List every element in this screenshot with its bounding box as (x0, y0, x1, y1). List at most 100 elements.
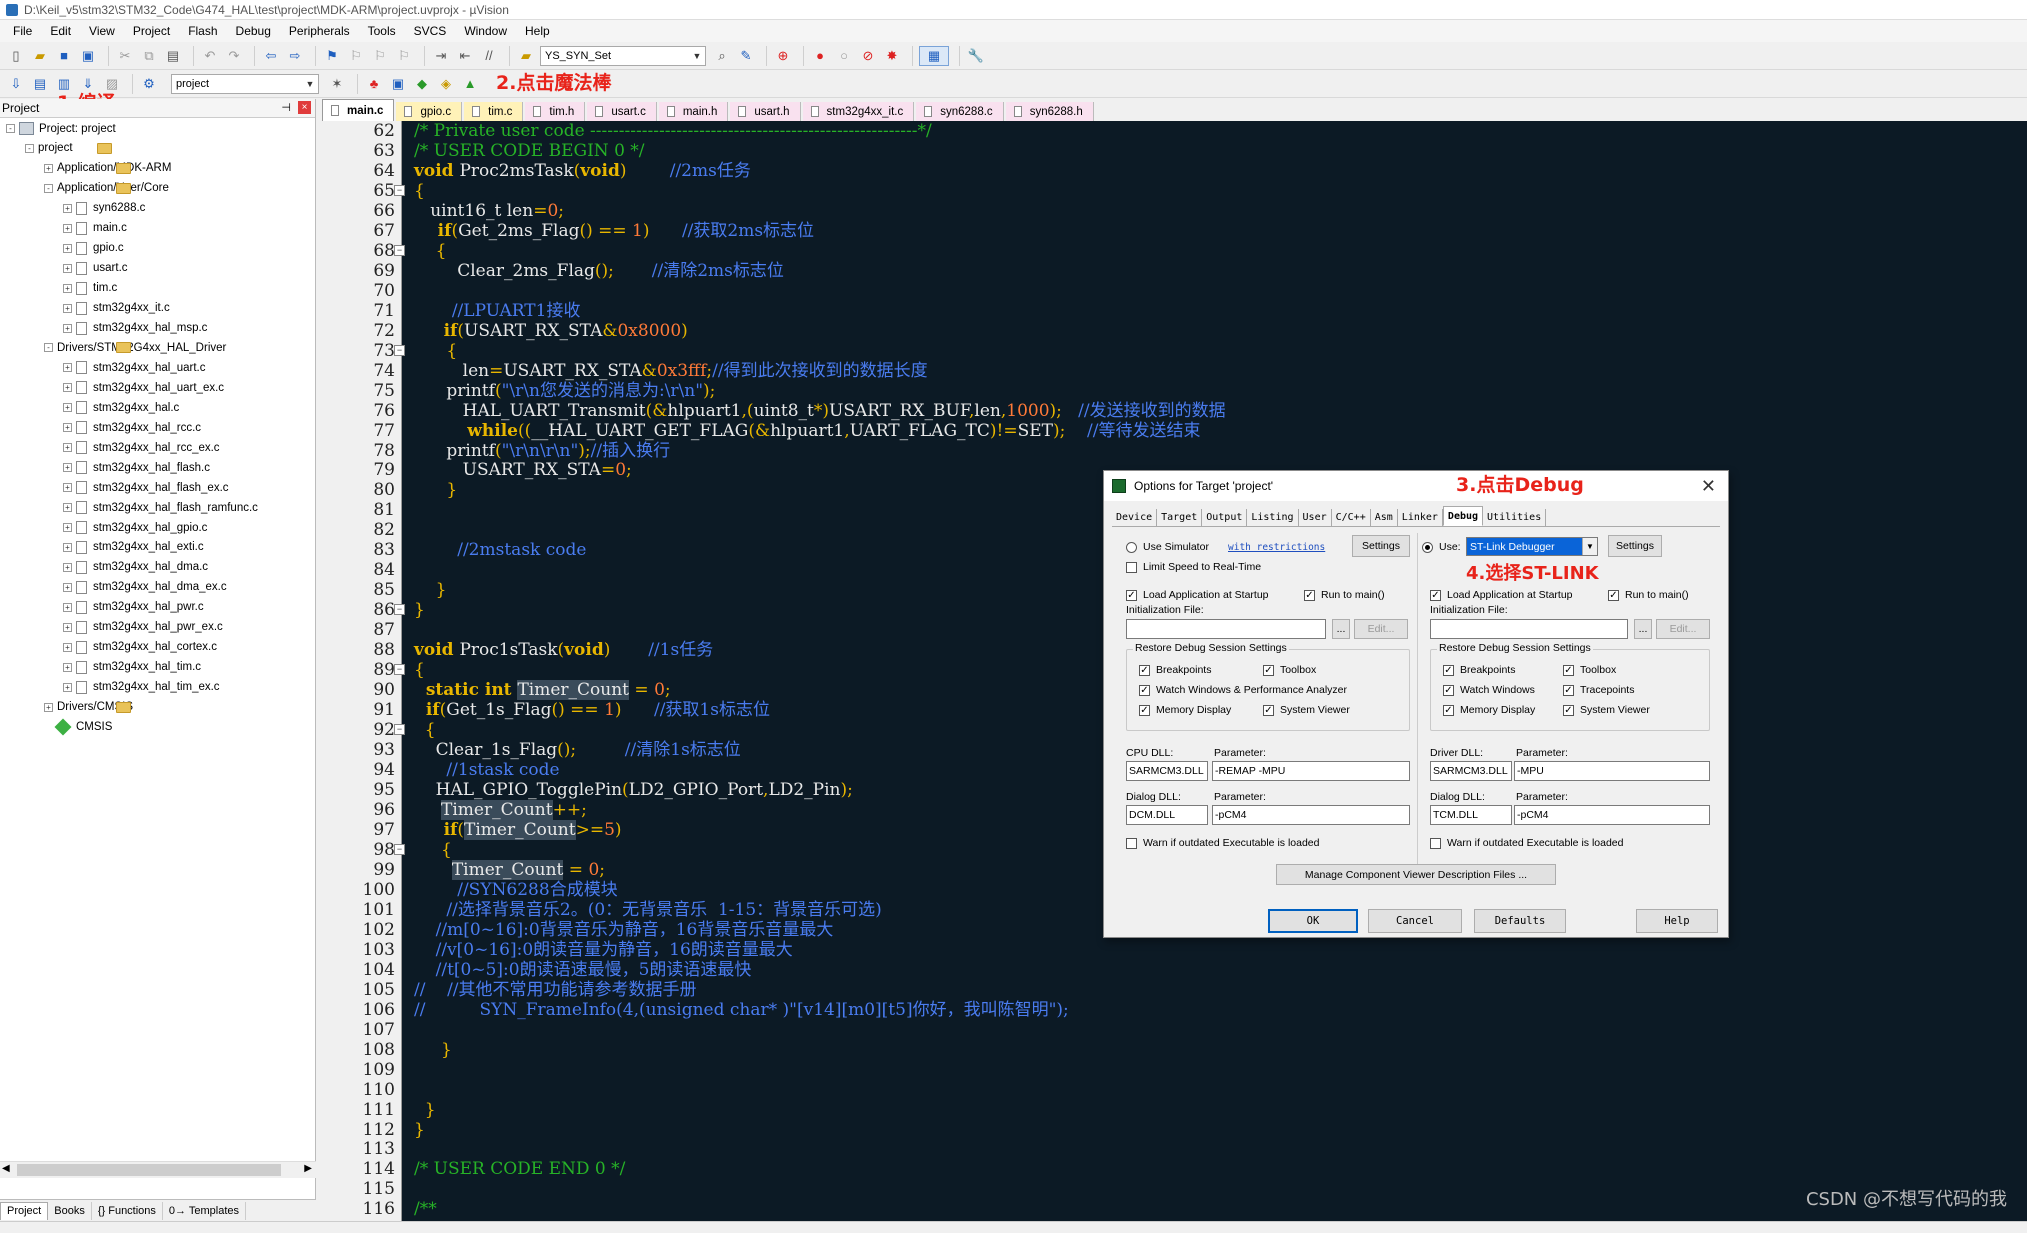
tree-item[interactable]: + gpio.c (63, 239, 124, 258)
fold-toggle-icon[interactable]: − (394, 184, 405, 196)
tree-item[interactable]: + stm32g4xx_hal_cortex.c (63, 638, 217, 657)
editor-tab[interactable]: main.h (658, 102, 729, 121)
dialog-dll-input[interactable]: TCM.DLL (1430, 805, 1512, 825)
comment-icon[interactable]: // (479, 46, 499, 66)
configure-icon[interactable]: 🔧 (966, 46, 986, 66)
disable-breakpoint-icon[interactable]: ○ (834, 46, 854, 66)
scrollbar-thumb[interactable] (17, 1164, 281, 1176)
run-time-env-icon[interactable]: ◆ (412, 74, 432, 94)
tree-item[interactable]: + main.c (63, 219, 127, 238)
tree-item[interactable]: + stm32g4xx_hal_flash.c (63, 458, 210, 477)
target-combo[interactable]: project ▼ (171, 73, 319, 94)
tree-item[interactable]: - project (25, 139, 112, 158)
close-icon[interactable]: × (298, 101, 311, 114)
breakpoint-icon[interactable]: ● (810, 46, 830, 66)
editor-tab[interactable]: syn6288.c (916, 102, 1004, 121)
menu-item-view[interactable]: View (80, 24, 124, 38)
expand-icon[interactable]: + (63, 223, 72, 233)
collapse-icon[interactable]: - (44, 183, 53, 193)
tree-item[interactable]: + stm32g4xx_hal_pwr.c (63, 598, 204, 617)
menu-item-help[interactable]: Help (516, 24, 559, 38)
panel-tab-0[interactable]: Project (0, 1201, 49, 1220)
dialog-tab-listing[interactable]: Listing (1247, 509, 1299, 526)
load-app-checkbox[interactable]: ✓ Load Application at Startup (1126, 589, 1269, 601)
dialog-dll-input[interactable]: DCM.DLL (1126, 805, 1208, 825)
init-file-edit-button[interactable]: Edit... (1354, 619, 1408, 639)
incremental-find-icon[interactable]: ✎ (736, 46, 756, 66)
save-icon[interactable]: ■ (54, 46, 74, 66)
nav-back-icon[interactable]: ⇦ (261, 46, 281, 66)
dialog-tab-target[interactable]: Target (1157, 509, 1203, 526)
driver-dll-input[interactable]: SARMCM3.DLL (1430, 761, 1512, 781)
tree-item[interactable]: + stm32g4xx_hal_exti.c (63, 538, 204, 557)
tree-item[interactable]: + stm32g4xx_hal_uart.c (63, 358, 206, 377)
save-all-icon[interactable]: ▣ (78, 46, 98, 66)
select-packs-icon[interactable]: ▲ (460, 74, 480, 94)
expand-icon[interactable]: + (63, 203, 72, 213)
find-in-files-icon[interactable]: ▰ (516, 46, 536, 66)
menu-item-edit[interactable]: Edit (41, 24, 80, 38)
expand-icon[interactable]: + (63, 303, 72, 313)
init-file-input[interactable] (1430, 619, 1628, 639)
menu-item-svcs[interactable]: SVCS (405, 24, 456, 38)
window-layout-icon[interactable]: ▦ (919, 45, 949, 66)
find-icon[interactable]: ⌕ (712, 46, 732, 66)
tree-item[interactable]: + usart.c (63, 259, 128, 278)
pin-icon[interactable]: ⊣ (281, 101, 291, 114)
init-file-edit-button[interactable]: Edit... (1656, 619, 1710, 639)
scroll-right-icon[interactable]: ▶ (304, 1163, 312, 1174)
warn-outdated-checkbox[interactable]: Warn if outdated Executable is loaded (1430, 837, 1623, 849)
kill-all-breakpoints-icon[interactable]: ✸ (882, 46, 902, 66)
prev-bookmark-icon[interactable]: ⚐ (346, 46, 366, 66)
expand-icon[interactable]: + (63, 523, 72, 532)
editor-tab[interactable]: usart.c (587, 102, 657, 121)
ok-button[interactable]: OK (1268, 909, 1358, 933)
pack-installer-icon[interactable]: ◈ (436, 74, 456, 94)
watch-windows-checkbox[interactable]: ✓ Watch Windows (1443, 684, 1535, 696)
memory-display-checkbox[interactable]: ✓ Memory Display (1443, 704, 1535, 716)
tree-item[interactable]: + stm32g4xx_hal_rcc_ex.c (63, 438, 220, 457)
dialog-tab-debug[interactable]: Debug (1442, 506, 1484, 526)
tree-item[interactable]: + stm32g4xx_it.c (63, 299, 170, 318)
dialog-param-input[interactable]: -pCM4 (1514, 805, 1710, 825)
menu-item-flash[interactable]: Flash (179, 24, 226, 38)
kill-breakpoints-icon[interactable]: ⊘ (858, 46, 878, 66)
driver-param-input[interactable]: -MPU (1514, 761, 1710, 781)
open-file-icon[interactable]: ▰ (30, 46, 50, 66)
menu-item-debug[interactable]: Debug (227, 24, 280, 38)
tree-item[interactable]: + Application/MDK-ARM (44, 159, 171, 178)
editor-tab[interactable]: main.c (322, 99, 395, 121)
editor-tab[interactable]: gpio.c (396, 102, 463, 121)
expand-icon[interactable]: + (63, 463, 72, 473)
bookmark-icon[interactable]: ⚑ (322, 46, 342, 66)
dialog-tab-linker[interactable]: Linker (1398, 509, 1443, 526)
cpu-dll-input[interactable]: SARMCM3.DLL (1126, 761, 1208, 781)
fold-toggle-icon[interactable]: − (394, 604, 405, 616)
collapse-icon[interactable]: - (44, 343, 53, 353)
dialog-tab-asm[interactable]: Asm (1371, 509, 1398, 526)
expand-icon[interactable]: + (63, 622, 72, 632)
tree-item[interactable]: + stm32g4xx_hal_dma.c (63, 558, 208, 577)
fold-toggle-icon[interactable]: − (394, 244, 405, 256)
editor-tab[interactable]: usart.h (730, 102, 801, 121)
copy-icon[interactable]: ⧉ (139, 46, 159, 66)
with-restrictions-link[interactable]: with restrictions (1228, 542, 1325, 553)
tree-item[interactable]: + Drivers/CMSIS (44, 698, 133, 717)
dialog-param-input[interactable]: -pCM4 (1212, 805, 1410, 825)
expand-icon[interactable]: + (63, 682, 72, 692)
memory-display-checkbox[interactable]: ✓ Memory Display (1139, 704, 1231, 716)
init-file-input[interactable] (1126, 619, 1326, 639)
tree-item[interactable]: CMSIS (44, 718, 112, 737)
init-file-browse-button[interactable]: ... (1634, 619, 1652, 639)
build-icon[interactable]: ▤ (30, 74, 50, 94)
dialog-tab-utilities[interactable]: Utilities (1483, 509, 1547, 526)
dialog-close-icon[interactable]: ✕ (1701, 476, 1716, 497)
tree-item[interactable]: + syn6288.c (63, 199, 145, 218)
panel-tab-3[interactable]: 0→ Templates (163, 1201, 247, 1220)
tree-item[interactable]: + stm32g4xx_hal_flash_ex.c (63, 478, 229, 497)
fold-toggle-icon[interactable]: − (394, 664, 405, 676)
paste-icon[interactable]: ▤ (163, 46, 183, 66)
tree-item[interactable]: + stm32g4xx_hal_pwr_ex.c (63, 618, 223, 637)
nav-forward-icon[interactable]: ⇨ (285, 46, 305, 66)
editor-tab[interactable]: tim.c (464, 102, 524, 121)
